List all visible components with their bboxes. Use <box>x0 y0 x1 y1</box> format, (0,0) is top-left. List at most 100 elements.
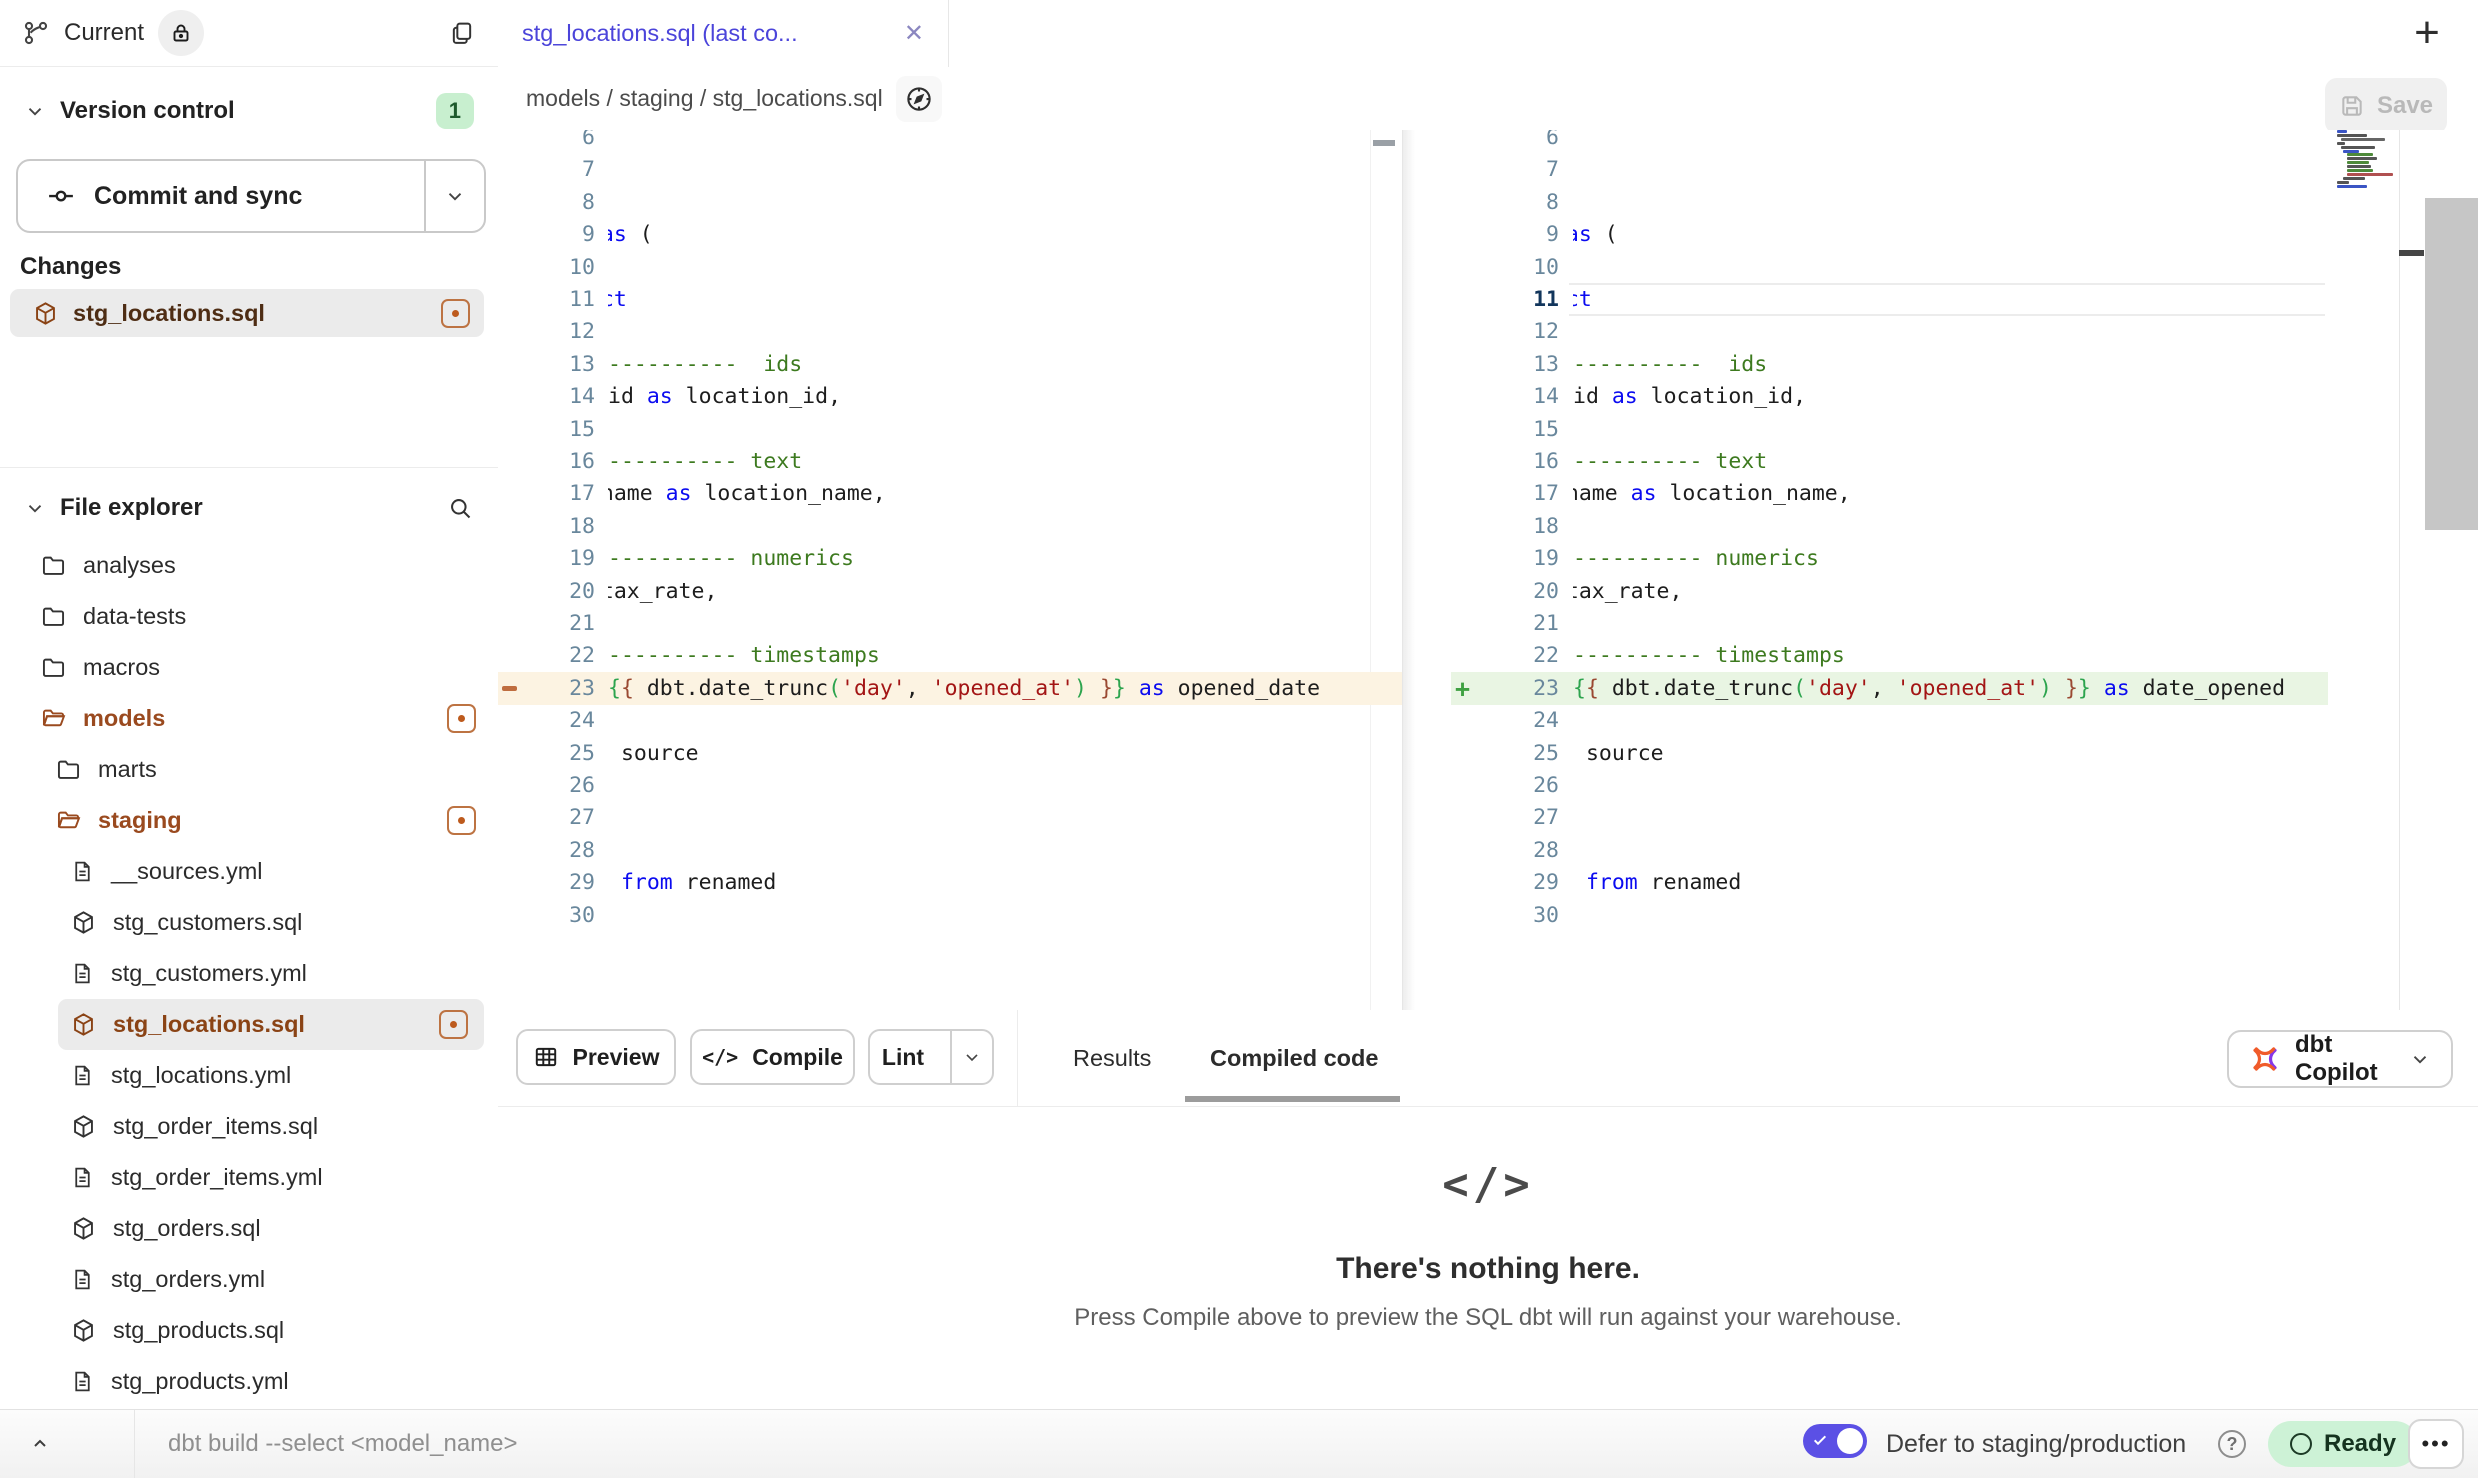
floppy-icon <box>2339 93 2365 119</box>
chevron-down-icon[interactable] <box>24 497 46 519</box>
tree-folder-models[interactable]: models <box>0 693 492 744</box>
diff-editor[interactable]: 6789as (1011ct1213---------- ids14id as … <box>498 130 2478 1011</box>
compile-button[interactable]: </> Compile <box>690 1029 855 1085</box>
code-line-right-21[interactable]: 21 <box>1403 607 2478 640</box>
code-line-left-8[interactable]: 8 <box>498 186 1402 219</box>
code-line-right-13[interactable]: 13---------- ids <box>1403 348 2478 381</box>
tab-compiled-code[interactable]: Compiled code <box>1210 1010 1378 1106</box>
code-line-left-18[interactable]: 18 <box>498 510 1402 543</box>
code-line-right-9[interactable]: 9as ( <box>1403 218 2478 251</box>
tree-folder-analyses[interactable]: analyses <box>0 540 492 591</box>
code-line-left-15[interactable]: 15 <box>498 413 1402 446</box>
code-line-left-14[interactable]: 14id as location_id, <box>498 380 1402 413</box>
code-line-left-26[interactable]: 26 <box>498 769 1402 802</box>
code-line-left-21[interactable]: 21 <box>498 607 1402 640</box>
more-options-button[interactable]: ••• <box>2408 1419 2464 1469</box>
tree-folder-marts[interactable]: marts <box>0 744 492 795</box>
chevron-down-icon[interactable] <box>24 100 46 122</box>
code-line-right-27[interactable]: 27 <box>1403 801 2478 834</box>
code-line-left-16[interactable]: 16---------- text <box>498 445 1402 478</box>
tree-file-stg-locations-sql[interactable]: stg_locations.sql <box>58 999 484 1050</box>
search-icon[interactable] <box>447 495 474 522</box>
code-line-left-19[interactable]: 19---------- numerics <box>498 542 1402 575</box>
code-line-right-10[interactable]: 10 <box>1403 251 2478 284</box>
code-line-right-30[interactable]: 30 <box>1403 899 2478 932</box>
lint-options-dropdown[interactable] <box>950 1031 992 1083</box>
tree-file--sources-yml[interactable]: __sources.yml <box>0 846 492 897</box>
code-line-left-25[interactable]: 25 source <box>498 737 1402 770</box>
new-tab-button[interactable]: + <box>2402 8 2452 58</box>
code-line-right-8[interactable]: 8 <box>1403 186 2478 219</box>
code-line-left-30[interactable]: 30 <box>498 899 1402 932</box>
code-line-right-22[interactable]: 22---------- timestamps <box>1403 639 2478 672</box>
commit-and-sync-button[interactable]: Commit and sync <box>16 159 486 233</box>
changed-file-row[interactable]: stg_locations.sql <box>10 289 484 337</box>
code-line-right-16[interactable]: 16---------- text <box>1403 445 2478 478</box>
tree-folder-macros[interactable]: macros <box>0 642 492 693</box>
code-line-left-13[interactable]: 13---------- ids <box>498 348 1402 381</box>
code-line-left-11[interactable]: 11ct <box>498 283 1402 316</box>
code-line-right-7[interactable]: 7 <box>1403 153 2478 186</box>
diff-pane-original[interactable]: 6789as (1011ct1213---------- ids14id as … <box>498 130 1403 1010</box>
code-line-right-25[interactable]: 25 source <box>1403 737 2478 770</box>
code-line-left-27[interactable]: 27 <box>498 801 1402 834</box>
branch-name[interactable]: Current <box>64 19 144 47</box>
dbt-copilot-button[interactable]: dbt Copilot <box>2227 1030 2453 1088</box>
code-line-right-12[interactable]: 12 <box>1403 315 2478 348</box>
code-line-right-19[interactable]: 19---------- numerics <box>1403 542 2478 575</box>
code-line-right-18[interactable]: 18 <box>1403 510 2478 543</box>
close-icon[interactable]: ✕ <box>886 19 924 48</box>
commit-options-dropdown[interactable] <box>424 161 484 231</box>
code-line-left-23[interactable]: 23{{ dbt.date_trunc('day', 'opened_at') … <box>498 672 1402 705</box>
code-line-left-10[interactable]: 10 <box>498 251 1402 284</box>
tree-file-stg-order-items-yml[interactable]: stg_order_items.yml <box>0 1152 492 1203</box>
line-number: 10 <box>498 251 595 284</box>
command-input[interactable] <box>166 1420 1470 1468</box>
tree-file-stg-order-items-sql[interactable]: stg_order_items.sql <box>0 1101 492 1152</box>
check-icon <box>1812 1432 1828 1448</box>
tree-file-stg-orders-sql[interactable]: stg_orders.sql <box>0 1203 492 1254</box>
code-line-left-17[interactable]: 17name as location_name, <box>498 477 1402 510</box>
lineage-button[interactable] <box>896 76 942 122</box>
tree-file-stg-locations-yml[interactable]: stg_locations.yml <box>0 1050 492 1101</box>
code-line-right-23[interactable]: +23{{ dbt.date_trunc('day', 'opened_at')… <box>1403 672 2478 705</box>
code-line-left-29[interactable]: 29 from renamed <box>498 866 1402 899</box>
tree-file-stg-orders-yml[interactable]: stg_orders.yml <box>0 1254 492 1305</box>
code-line-left-12[interactable]: 12 <box>498 315 1402 348</box>
chevron-up-icon[interactable] <box>18 1424 62 1464</box>
code-line-right-29[interactable]: 29 from renamed <box>1403 866 2478 899</box>
tree-file-stg-customers-sql[interactable]: stg_customers.sql <box>0 897 492 948</box>
code-line-right-28[interactable]: 28 <box>1403 834 2478 867</box>
code-line-left-24[interactable]: 24 <box>498 704 1402 737</box>
tree-folder-data-tests[interactable]: data-tests <box>0 591 492 642</box>
code-line-left-28[interactable]: 28 <box>498 834 1402 867</box>
status-badge[interactable]: Ready <box>2268 1421 2418 1467</box>
preview-button[interactable]: Preview <box>516 1029 676 1085</box>
save-button[interactable]: Save <box>2325 78 2447 134</box>
defer-toggle[interactable] <box>1803 1424 1867 1458</box>
code-line-right-24[interactable]: 24 <box>1403 704 2478 737</box>
diff-pane-modified[interactable]: 6789as (1011ct1213---------- ids14id as … <box>1403 130 2478 1010</box>
tab-results[interactable]: Results <box>1073 1010 1151 1106</box>
copy-icon[interactable] <box>448 19 476 47</box>
doc-icon <box>70 859 95 884</box>
tab-stg-locations-sql[interactable]: stg_locations.sql (last co... ✕ <box>498 0 949 67</box>
code-line-right-26[interactable]: 26 <box>1403 769 2478 802</box>
code-line-right-20[interactable]: 20tax_rate, <box>1403 575 2478 608</box>
tree-file-stg-products-sql[interactable]: stg_products.sql <box>0 1305 492 1356</box>
code-line-right-6[interactable]: 6 <box>1403 130 2478 154</box>
code-line-left-9[interactable]: 9as ( <box>498 218 1402 251</box>
code-line-right-11[interactable]: 11ct <box>1403 283 2478 316</box>
code-line-right-14[interactable]: 14id as location_id, <box>1403 380 2478 413</box>
code-line-left-7[interactable]: 7 <box>498 153 1402 186</box>
lint-button[interactable]: Lint <box>868 1029 994 1085</box>
code-line-left-20[interactable]: 20tax_rate, <box>498 575 1402 608</box>
tree-file-stg-customers-yml[interactable]: stg_customers.yml <box>0 948 492 999</box>
help-icon[interactable]: ? <box>2218 1430 2246 1458</box>
code-line-right-17[interactable]: 17name as location_name, <box>1403 477 2478 510</box>
code-line-left-6[interactable]: 6 <box>498 130 1402 154</box>
code-line-left-22[interactable]: 22---------- timestamps <box>498 639 1402 672</box>
tree-file-stg-products-yml[interactable]: stg_products.yml <box>0 1356 492 1407</box>
tree-folder-staging[interactable]: staging <box>0 795 492 846</box>
code-line-right-15[interactable]: 15 <box>1403 413 2478 446</box>
